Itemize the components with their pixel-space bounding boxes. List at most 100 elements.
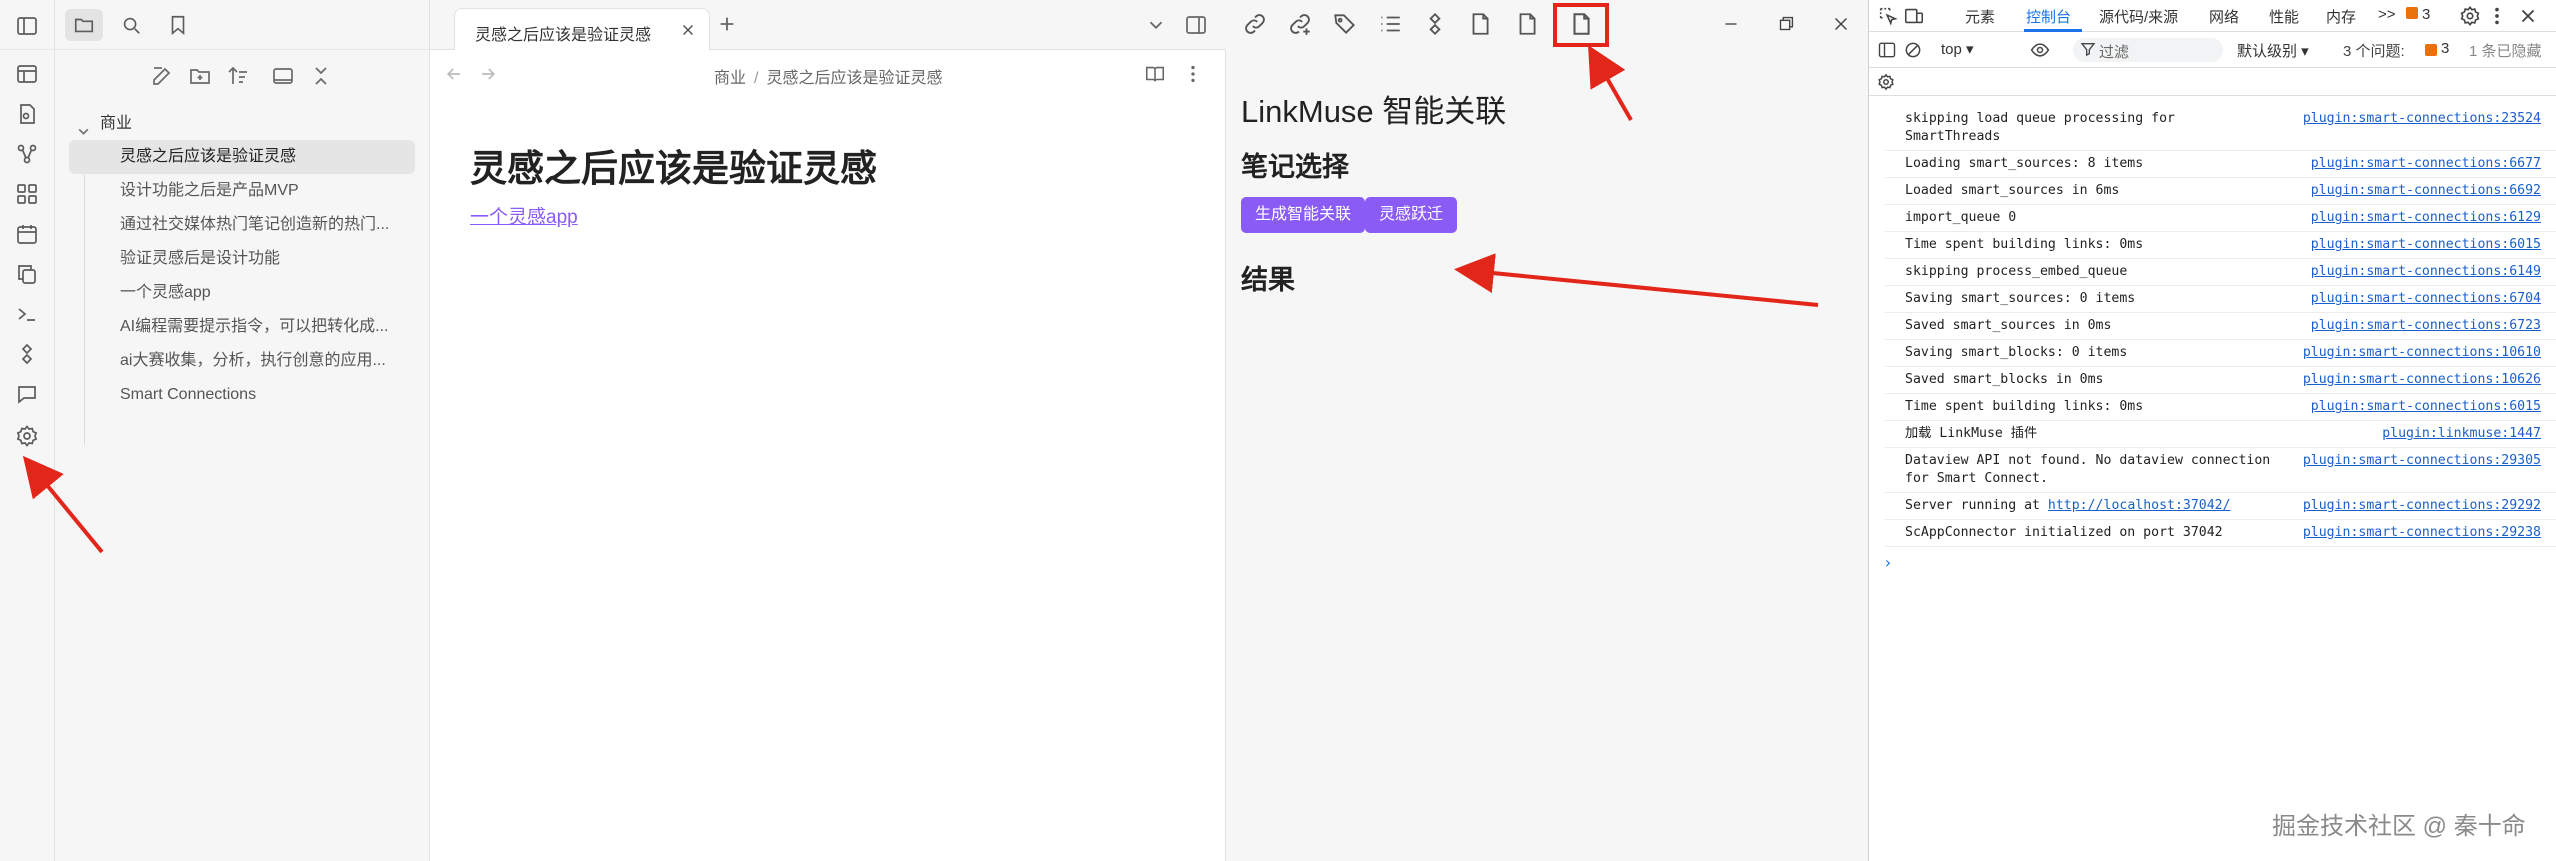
more-options-icon[interactable] (1182, 63, 1204, 85)
log-source-link[interactable]: plugin:smart-connections:29238 (2303, 524, 2541, 542)
devtools-settings-gear-icon[interactable] (2459, 5, 2481, 27)
new-note-icon[interactable] (150, 64, 174, 88)
log-message: Saved smart_sources in 0ms (1905, 318, 2112, 333)
link-icon[interactable] (1242, 11, 1268, 37)
dashboard-icon[interactable] (15, 62, 39, 86)
log-source-link[interactable]: plugin:smart-connections:6015 (2311, 398, 2541, 416)
restore-icon[interactable] (1775, 13, 1797, 35)
breadcrumb-current[interactable]: 灵感之后应该是验证灵感 (766, 70, 942, 87)
file-item[interactable]: 通过社交媒体热门笔记创造新的热门... (69, 208, 415, 242)
reading-view-book-icon[interactable] (1144, 63, 1166, 85)
generate-links-button[interactable]: 生成智能关联 (1241, 197, 1366, 233)
tab-console[interactable]: 控制台 (2026, 6, 2071, 27)
list-icon[interactable] (1377, 11, 1403, 37)
device-toolbar-icon[interactable] (1903, 5, 1925, 27)
tab-list-chevron-icon[interactable] (1145, 14, 1167, 36)
terminal-icon[interactable] (15, 302, 39, 326)
console-settings-gear-icon[interactable] (1877, 73, 1895, 91)
log-source-link[interactable]: plugin:smart-connections:6692 (2311, 182, 2541, 200)
context-selector[interactable]: top ▾ (1941, 40, 1974, 58)
file-item[interactable]: ai大赛收集，分析，执行创意的应用... (69, 344, 415, 378)
right-sidebar-toggle-icon[interactable] (1184, 13, 1208, 37)
settings-gear-icon[interactable] (15, 424, 39, 448)
file-item[interactable]: 验证灵感后是设计功能 (69, 242, 415, 276)
log-source-link[interactable]: plugin:smart-connections:6704 (2311, 290, 2541, 308)
calendar-icon[interactable] (15, 222, 39, 246)
sidebar-toggle-icon[interactable] (1877, 40, 1897, 60)
new-tab-plus-icon[interactable] (716, 13, 738, 35)
left-ribbon (0, 0, 55, 861)
log-message: Saving smart_sources: 0 items (1905, 291, 2136, 306)
log-source-link[interactable]: plugin:smart-connections:6015 (2311, 236, 2541, 254)
log-source-link[interactable]: plugin:smart-connections:29292 (2303, 497, 2541, 515)
devtools-tabbar: 元素 控制台 源代码/来源 网络 性能 内存 >> 3 (1869, 0, 2556, 32)
bookmark-tab-icon[interactable] (159, 9, 197, 41)
close-devtools-icon[interactable] (2517, 5, 2539, 27)
issues-count[interactable]: 3 (2441, 40, 2449, 57)
back-arrow-icon[interactable] (444, 64, 464, 88)
log-source-link[interactable]: plugin:smart-connections:6149 (2311, 263, 2541, 281)
canvas-icon[interactable] (15, 182, 39, 206)
tab-performance[interactable]: 性能 (2269, 6, 2299, 27)
sidebar-toggle-icon[interactable] (15, 14, 39, 38)
log-url-link[interactable]: http://localhost:37042/ (2048, 498, 2231, 513)
tags-icon[interactable] (1332, 11, 1358, 37)
log-source-link[interactable]: plugin:smart-connections:10626 (2303, 371, 2541, 389)
log-source-link[interactable]: plugin:smart-connections:6129 (2311, 209, 2541, 227)
sync-diamond-icon[interactable] (1422, 11, 1448, 37)
more-tabs-chevron[interactable]: >> (2378, 6, 2396, 23)
live-expression-eye-icon[interactable] (2030, 40, 2050, 60)
folder-business[interactable]: 商业 (55, 108, 429, 140)
log-source-link[interactable]: plugin:linkmuse:1447 (2382, 425, 2541, 443)
log-source-link[interactable]: plugin:smart-connections:6723 (2311, 317, 2541, 335)
tab-active-note[interactable]: 灵感之后应该是验证灵感 (454, 8, 710, 50)
new-folder-icon[interactable] (188, 64, 212, 88)
internal-link[interactable]: 一个灵感app (470, 202, 578, 229)
open-note-icon[interactable] (15, 102, 39, 126)
filter-funnel-icon (2080, 41, 2096, 57)
file-item[interactable]: AI编程需要提示指令，可以把转化成... (69, 310, 415, 344)
console-filter-input[interactable]: 过滤 (2073, 38, 2223, 62)
link-add-icon[interactable] (1287, 11, 1313, 37)
log-source-link[interactable]: plugin:smart-connections:6677 (2311, 155, 2541, 173)
sync-icon[interactable] (15, 342, 39, 366)
graph-view-icon[interactable] (15, 142, 39, 166)
log-source-link[interactable]: plugin:smart-connections:23524 (2303, 110, 2541, 128)
search-tab-icon[interactable] (112, 9, 150, 41)
tab-memory[interactable]: 内存 (2326, 6, 2356, 27)
inspect-element-icon[interactable] (1877, 5, 1899, 27)
copy-icon[interactable] (15, 262, 39, 286)
collapse-all-icon[interactable] (309, 64, 333, 88)
breadcrumb-parent[interactable]: 商业 (714, 70, 746, 87)
tab-elements[interactable]: 元素 (1965, 6, 1995, 27)
warning-count[interactable]: 3 (2422, 6, 2430, 23)
file-item[interactable]: 一个灵感app (69, 276, 415, 310)
log-level-dropdown[interactable]: 默认级别 ▾ (2237, 40, 2309, 61)
tab-network[interactable]: 网络 (2209, 6, 2239, 27)
forward-arrow-icon[interactable] (478, 64, 498, 88)
clear-console-icon[interactable] (1903, 40, 1923, 60)
issues-label[interactable]: 3 个问题: (2343, 40, 2405, 61)
log-source-link[interactable]: plugin:smart-connections:29305 (2303, 452, 2541, 470)
kebab-menu-icon[interactable] (2486, 5, 2508, 27)
chat-icon[interactable] (15, 382, 39, 406)
log-row: Loading smart_sources: 8 items plugin:sma… (1885, 151, 2556, 178)
tab-sources[interactable]: 源代码/来源 (2099, 6, 2178, 27)
close-icon[interactable] (679, 21, 697, 39)
sort-icon[interactable] (226, 64, 250, 88)
log-message: Dataview API not found. No dataview conn… (1905, 453, 2271, 486)
file-item[interactable]: Smart Connections (69, 378, 415, 412)
hidden-count: 1 条已隐藏 (2469, 43, 2542, 60)
file-icon[interactable] (1467, 11, 1493, 37)
file-item[interactable]: 灵感之后应该是验证灵感 (69, 140, 415, 174)
console-prompt[interactable]: › (1883, 553, 2556, 572)
auto-reveal-icon[interactable] (271, 64, 295, 88)
inspiration-jump-button[interactable]: 灵感跃迁 (1365, 197, 1458, 233)
log-source-link[interactable]: plugin:smart-connections:10610 (2303, 344, 2541, 362)
minimize-icon[interactable] (1720, 13, 1742, 35)
files-tab-icon[interactable] (65, 9, 103, 41)
file-icon[interactable] (1514, 11, 1540, 37)
close-window-icon[interactable] (1830, 13, 1852, 35)
note-editor: 商业 / 灵感之后应该是验证灵感 灵感之后应该是验证灵感 一个灵感app (430, 50, 1226, 861)
file-item[interactable]: 设计功能之后是产品MVP (69, 174, 415, 208)
